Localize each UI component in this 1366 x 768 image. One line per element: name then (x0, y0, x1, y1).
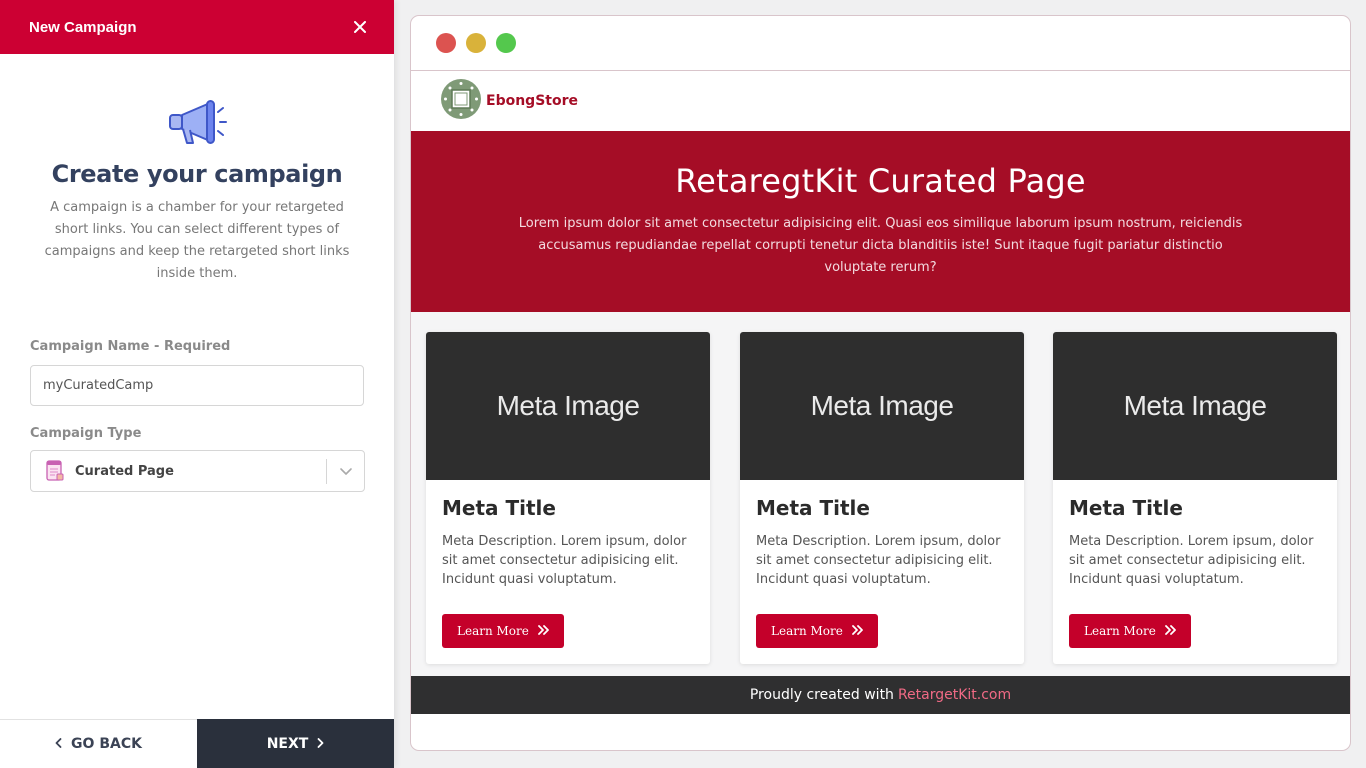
cards-section: Meta Image Meta Title Meta Description. … (411, 312, 1350, 714)
double-chevron-right-icon (851, 624, 863, 638)
learn-more-button[interactable]: Learn More (756, 614, 878, 648)
campaign-type-value: Curated Page (75, 463, 174, 479)
meta-title: Meta Title (756, 496, 870, 520)
learn-more-button[interactable]: Learn More (442, 614, 564, 648)
meta-image: Meta Image (426, 332, 710, 480)
footer-text: Proudly created with (749, 687, 894, 703)
page-title: Create your campaign (51, 160, 343, 188)
panel-footer: GO BACK NEXT (0, 719, 394, 768)
meta-title: Meta Title (442, 496, 556, 520)
site-header: EbongStore (411, 71, 1350, 131)
learn-more-label: Learn More (457, 624, 529, 638)
window-minimize-dot[interactable] (466, 33, 486, 53)
meta-card: Meta Image Meta Title Meta Description. … (426, 332, 710, 664)
go-back-label: GO BACK (71, 736, 142, 752)
panel-header: New Campaign (0, 0, 394, 54)
meta-description: Meta Description. Lorem ipsum, dolor sit… (756, 534, 1001, 587)
campaign-name-input[interactable] (30, 365, 364, 406)
campaign-form: Campaign Name - Required Campaign Type C… (0, 337, 394, 492)
meta-title: Meta Title (1069, 496, 1183, 520)
double-chevron-right-icon (1164, 624, 1176, 638)
go-back-button[interactable]: GO BACK (0, 719, 197, 768)
chevron-down-icon[interactable] (339, 464, 353, 483)
brand-name[interactable]: EbongStore (486, 93, 578, 109)
campaign-type-select[interactable]: Curated Page (30, 450, 365, 492)
banner-title: RetaregtKit Curated Page (675, 162, 1086, 200)
curated-page-icon (45, 460, 65, 482)
meta-card: Meta Image Meta Title Meta Description. … (1053, 332, 1337, 664)
learn-more-label: Learn More (771, 624, 843, 638)
meta-image: Meta Image (740, 332, 1024, 480)
meta-description: Meta Description. Lorem ipsum, dolor sit… (1069, 534, 1314, 587)
panel-title: New Campaign (29, 18, 137, 36)
learn-more-button[interactable]: Learn More (1069, 614, 1191, 648)
banner-text: Lorem ipsum dolor sit amet consectetur a… (518, 216, 1243, 275)
next-label: NEXT (266, 735, 309, 752)
chevron-right-icon (317, 736, 324, 752)
double-chevron-right-icon (537, 624, 549, 638)
browser-titlebar (411, 16, 1350, 71)
brand-logo-icon[interactable] (441, 78, 481, 124)
meta-description: Meta Description. Lorem ipsum, dolor sit… (442, 534, 687, 587)
footer-link[interactable]: RetargetKit.com (898, 687, 1011, 703)
campaign-panel: New Campaign Create your campaign A camp… (0, 0, 394, 768)
next-button[interactable]: NEXT (197, 719, 394, 768)
site-footer: Proudly created with RetargetKit.com (411, 676, 1350, 714)
campaign-type-label: Campaign Type (30, 426, 142, 441)
meta-image: Meta Image (1053, 332, 1337, 480)
window-maximize-dot[interactable] (496, 33, 516, 53)
select-divider (326, 459, 327, 484)
window-close-dot[interactable] (436, 33, 456, 53)
learn-more-label: Learn More (1084, 624, 1156, 638)
browser-preview: EbongStore RetaregtKit Curated Page Lore… (410, 15, 1351, 751)
megaphone-icon (0, 98, 394, 148)
page-description: A campaign is a chamber for your retarge… (44, 200, 350, 281)
meta-card: Meta Image Meta Title Meta Description. … (740, 332, 1024, 664)
close-icon[interactable] (354, 17, 366, 37)
chevron-left-icon (55, 736, 62, 752)
hero-banner: RetaregtKit Curated Page Lorem ipsum dol… (411, 131, 1350, 312)
panel-hero: Create your campaign A campaign is a cha… (0, 54, 394, 285)
campaign-name-label: Campaign Name - Required (30, 339, 231, 354)
